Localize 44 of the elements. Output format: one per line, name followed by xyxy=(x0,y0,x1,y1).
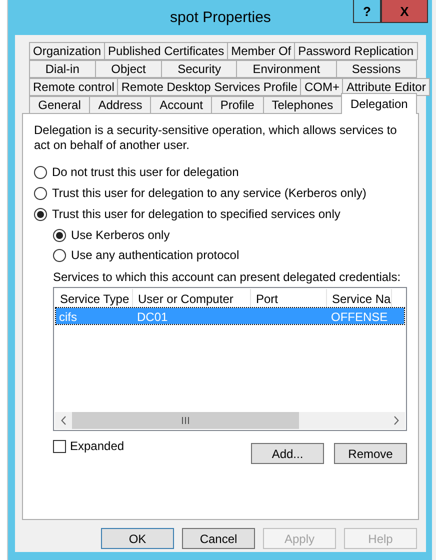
scroll-left-icon[interactable] xyxy=(61,416,66,425)
list-button[interactable]: Remove xyxy=(334,443,407,464)
services-label: Services to which this account can present delegated credentials: xyxy=(53,270,402,284)
option-label: Do not trust this user for delegation xyxy=(52,165,239,179)
dialog-button[interactable]: OK xyxy=(101,528,174,549)
list-cell-text: cifs xyxy=(58,309,78,324)
option-label: Use any authentication protocol xyxy=(71,248,240,262)
radio-button[interactable] xyxy=(34,166,47,178)
scroll-right-icon[interactable] xyxy=(394,416,399,425)
option-label: Trust this user for delegation to specified services only xyxy=(52,207,340,221)
tab[interactable]: Remote control xyxy=(29,78,118,96)
tab[interactable]: Dial-in xyxy=(29,60,96,78)
help-button[interactable]: ? xyxy=(353,0,381,23)
tab[interactable]: Organization xyxy=(29,42,106,60)
tab[interactable]: COM+ xyxy=(300,78,344,96)
tab[interactable]: Member Of xyxy=(227,42,296,60)
radio-button[interactable] xyxy=(53,248,66,262)
list-cell-text: OFFENSE xyxy=(330,309,388,324)
tab[interactable]: Published Certificates xyxy=(104,42,228,60)
radio-button[interactable] xyxy=(53,228,66,242)
checkbox[interactable] xyxy=(53,440,66,452)
tab[interactable]: General xyxy=(29,96,90,114)
tab[interactable]: Object xyxy=(94,60,162,78)
checkbox-label: Expanded xyxy=(70,439,124,453)
tab[interactable]: Sessions xyxy=(336,60,417,78)
tab[interactable]: Telephones xyxy=(262,96,342,114)
tab[interactable]: Security xyxy=(161,60,238,78)
description-text: Delegation is a security-sensitive operation, which allows services to act on behalf of another user. xyxy=(34,123,398,153)
horizontal-scrollbar[interactable] xyxy=(55,412,405,429)
grip-icon xyxy=(182,417,189,424)
radio-button[interactable] xyxy=(34,208,47,220)
services-list[interactable]: Service Type User or Computer Port Service Na cifs DC01 OFFENSE xyxy=(53,287,407,431)
close-button[interactable]: X xyxy=(381,0,428,23)
dialog-button[interactable]: Cancel xyxy=(182,528,255,549)
tab[interactable]: Environment xyxy=(236,60,336,78)
option-label: Trust this user for delegation to any service (Kerberos only) xyxy=(52,186,366,200)
list-cell-text: DC01 xyxy=(136,309,169,324)
list-button[interactable]: Add... xyxy=(251,443,324,464)
tab[interactable]: Delegation xyxy=(341,93,418,114)
tab[interactable]: Password Replication xyxy=(294,42,418,60)
radio-button[interactable] xyxy=(34,186,47,200)
window-title: spot Properties xyxy=(169,8,272,26)
tab[interactable]: Remote Desktop Services Profile xyxy=(117,78,302,96)
option-label: Use Kerberos only xyxy=(71,228,170,242)
